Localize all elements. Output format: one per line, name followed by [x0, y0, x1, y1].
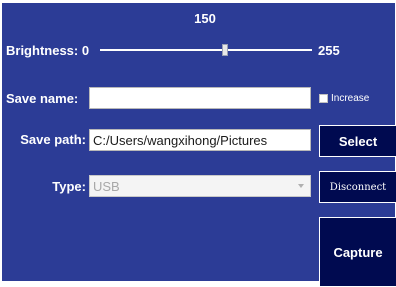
brightness-value-label: 150 — [194, 11, 216, 26]
brightness-slider-track[interactable] — [100, 44, 312, 56]
brightness-max-label: 255 — [318, 43, 340, 58]
chevron-down-icon — [298, 184, 304, 188]
brightness-label: Brightness: 0 — [6, 43, 89, 58]
type-label: Type: — [52, 179, 86, 194]
save-path-input[interactable] — [89, 129, 311, 151]
brightness-min-label: 0 — [81, 43, 90, 58]
save-name-label: Save name: — [6, 91, 79, 106]
type-select[interactable]: USB — [89, 175, 311, 197]
brightness-slider-thumb[interactable] — [221, 44, 228, 56]
brightness-label-text: Brightness: — [6, 43, 79, 58]
increase-checkbox-box[interactable] — [319, 94, 328, 103]
control-panel: 150 Brightness: 0 255 Save name: Increas… — [2, 3, 396, 287]
select-path-button[interactable]: Select — [319, 125, 396, 157]
type-select-value: USB — [93, 178, 120, 194]
save-path-label: Save path: — [20, 132, 86, 147]
save-name-input[interactable] — [89, 87, 311, 109]
increase-checkbox-label: Increase — [331, 93, 370, 104]
increase-checkbox[interactable]: Increase — [319, 93, 369, 104]
disconnect-button[interactable]: Disconnect — [319, 171, 396, 203]
capture-button[interactable]: Capture — [319, 217, 396, 287]
